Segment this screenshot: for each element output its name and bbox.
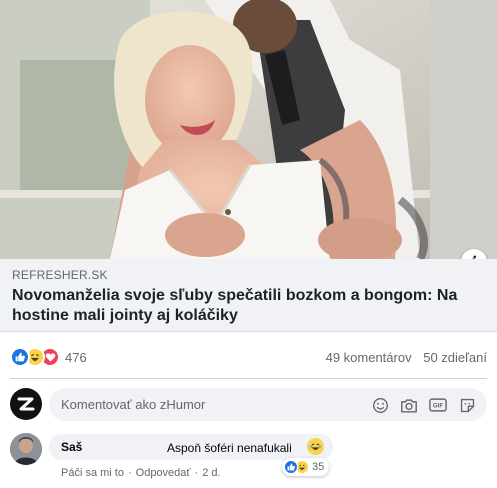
comment-author[interactable]: Saš	[61, 440, 82, 454]
camera-icon[interactable]	[399, 395, 419, 415]
emoji-icon[interactable]	[370, 395, 390, 415]
facebook-post-card: i REFRESHER.SK Novomanželia svoje sľuby …	[0, 0, 497, 488]
shares-count-link[interactable]: 50 zdieľaní	[423, 350, 487, 365]
link-headline[interactable]: Novomanželia svoje sľuby spečatili bozko…	[12, 286, 472, 326]
reaction-summary[interactable]: 476	[10, 346, 87, 368]
like-reaction-icon	[284, 460, 298, 474]
comments-count-link[interactable]: 49 komentárov	[326, 350, 412, 365]
link-preview[interactable]: REFRESHER.SK Novomanželia svoje sľuby sp…	[0, 259, 497, 332]
commenter-avatar[interactable]	[10, 433, 42, 465]
composer-tools: GIF	[370, 395, 477, 415]
comment-bubble: Saš Aspoň šoféri nenafukali	[49, 434, 333, 460]
gif-icon[interactable]: GIF	[428, 395, 448, 415]
zhumor-logo-icon	[17, 397, 35, 411]
comment-reactions[interactable]: 35	[282, 458, 330, 476]
comment-actions: Páči sa mi to · Odpovedať · 2 d.	[61, 467, 221, 479]
divider	[10, 378, 487, 379]
post-photo[interactable]	[0, 0, 497, 259]
sticker-icon[interactable]	[457, 395, 477, 415]
reply-link[interactable]: Odpovedať	[136, 467, 191, 479]
reaction-count: 476	[65, 349, 87, 365]
separator-dot: ·	[127, 467, 132, 479]
comment-text: Aspoň šoféri nenafukali	[167, 441, 292, 455]
page-avatar[interactable]	[10, 388, 42, 420]
comment-composer[interactable]: GIF	[49, 388, 487, 421]
svg-text:GIF: GIF	[433, 403, 444, 410]
like-reaction-icon	[10, 347, 30, 367]
separator-dot: ·	[194, 467, 199, 479]
like-comment-link[interactable]: Páči sa mi to	[61, 467, 124, 479]
laughing-tears-emoji-icon	[307, 438, 324, 455]
wedding-photo-illustration	[0, 0, 497, 259]
post-stats: 49 komentárov 50 zdieľaní	[318, 350, 487, 365]
link-domain: REFRESHER.SK	[12, 268, 108, 282]
comment-input[interactable]	[61, 397, 341, 412]
comment-reaction-count: 35	[312, 461, 325, 473]
comment-timestamp[interactable]: 2 d.	[202, 467, 220, 479]
